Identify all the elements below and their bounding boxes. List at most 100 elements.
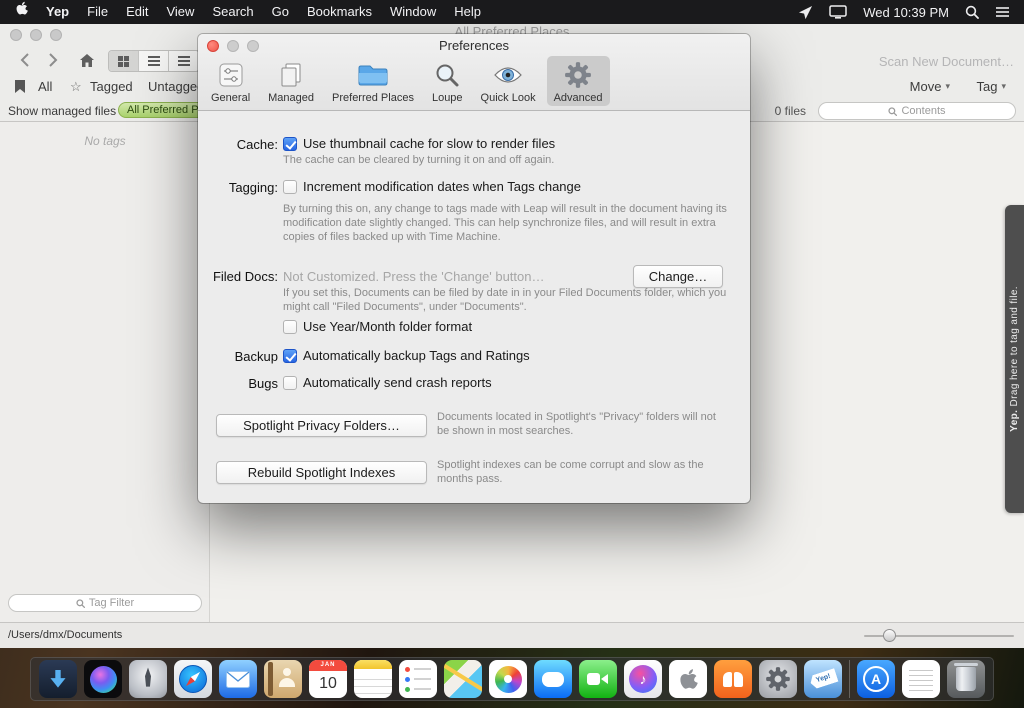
textedit-dock-icon[interactable] [902,660,940,698]
chevron-down-icon: ▾ [945,81,950,92]
tab-quick-look[interactable]: Quick Look [474,56,543,106]
crash-reports-checkbox[interactable] [283,376,297,390]
tab-loupe-label: Loupe [432,92,463,104]
yep-dock-icon-label: Yep! [808,668,838,690]
menu-window[interactable]: Window [381,0,445,24]
drag-strip-hint: Drag here to tag and file. [1009,286,1020,410]
thumbnail-cache-checkbox[interactable] [283,137,297,151]
tags-sidebar: No tags Tag Filter [0,122,210,622]
drag-to-tag-strip[interactable]: Yep. Drag here to tag and file. [1005,205,1024,513]
menu-clock[interactable]: Wed 10:39 PM [863,5,949,20]
tag-label: Tag [977,79,998,94]
star-icon[interactable]: ☆ [70,79,82,95]
menu-edit[interactable]: Edit [117,0,157,24]
menu-bookmarks[interactable]: Bookmarks [298,0,381,24]
location-arrow-icon[interactable] [798,5,813,20]
preferences-window: Preferences General Managed [198,34,750,503]
close-button[interactable] [10,29,22,41]
backup-tags-label: Automatically backup Tags and Ratings [303,348,530,363]
yep-dock-icon[interactable]: Yep! [804,660,842,698]
drag-strip-app-name: Yep. [1009,410,1020,432]
tab-advanced[interactable]: Advanced [547,56,610,106]
forward-button[interactable] [40,50,66,70]
bookmark-flag-icon[interactable] [14,79,26,94]
safari-dock-icon[interactable] [174,660,212,698]
list-view-button[interactable] [139,51,169,71]
itunes-dock-icon[interactable] [624,660,662,698]
increment-dates-label: Increment modification dates when Tags c… [303,179,581,194]
show-managed-label: Show managed files in [8,104,129,118]
column-view-button[interactable] [169,51,199,71]
filed-docs-label: Filed Docs: [198,269,278,284]
managed-icon [278,59,304,91]
spotlight-privacy-folders-button[interactable]: Spotlight Privacy Folders… [216,414,427,437]
tag-dropdown[interactable]: Tag▾ [977,79,1007,94]
move-dropdown[interactable]: Move▾ [910,79,950,94]
tab-advanced-label: Advanced [554,92,603,104]
trash-dock-icon[interactable] [947,660,985,698]
menu-file[interactable]: File [78,0,117,24]
rebuild-spotlight-help-text: Spotlight indexes can be come corrupt an… [437,458,711,486]
ibooks-dock-icon[interactable] [714,660,752,698]
zoom-slider-knob[interactable] [883,629,896,642]
current-path: /Users/dmx/Documents [8,629,122,641]
mail-dock-icon[interactable] [219,660,257,698]
tag-filter-field[interactable]: Tag Filter [8,594,202,612]
downloads-dock-icon[interactable] [39,660,77,698]
facetime-dock-icon[interactable] [579,660,617,698]
minimize-button[interactable] [30,29,42,41]
menu-go[interactable]: Go [263,0,298,24]
filter-all[interactable]: All [38,79,52,94]
menu-app-name[interactable]: Yep [37,0,78,24]
zoom-slider[interactable] [864,635,1014,637]
siri-dock-icon[interactable] [84,660,122,698]
tab-general[interactable]: General [204,56,257,106]
backup-tags-checkbox[interactable] [283,349,297,363]
system-preferences-dock-icon[interactable] [759,660,797,698]
messages-dock-icon[interactable] [534,660,572,698]
tab-managed[interactable]: Managed [261,56,321,106]
no-tags-label: No tags [0,134,210,148]
app-store-dock-icon[interactable] [857,660,895,698]
rebuild-spotlight-indexes-button[interactable]: Rebuild Spotlight Indexes [216,461,427,484]
launchpad-dock-icon[interactable] [129,660,167,698]
apple-app-dock-icon[interactable] [669,660,707,698]
notes-dock-icon[interactable] [354,660,392,698]
change-button[interactable]: Change… [633,265,723,288]
tab-preferred-places[interactable]: Preferred Places [325,56,421,106]
scan-new-document-button[interactable]: Scan New Document… [879,54,1014,69]
spotlight-privacy-help-text: Documents located in Spotlight's "Privac… [437,410,731,438]
tab-loupe[interactable]: Loupe [425,56,470,106]
year-month-format-checkbox[interactable] [283,320,297,334]
maps-dock-icon[interactable] [444,660,482,698]
filter-tagged[interactable]: Tagged [90,79,133,94]
backup-label: Backup [198,349,278,364]
grid-view-button[interactable] [109,51,139,71]
contents-search-field[interactable]: Contents [818,102,1016,120]
back-button[interactable] [12,50,38,70]
column-view-icon [178,56,190,66]
reminders-dock-icon[interactable] [399,660,437,698]
file-count: 0 files [775,104,806,118]
tab-general-label: General [211,92,250,104]
folder-icon [357,59,389,91]
increment-dates-checkbox[interactable] [283,180,297,194]
menu-view[interactable]: View [157,0,203,24]
apple-menu[interactable] [6,0,37,24]
display-icon[interactable] [829,5,847,19]
menu-search[interactable]: Search [203,0,262,24]
calendar-dock-icon[interactable]: JAN 10 [309,660,347,698]
notification-center-icon[interactable] [995,6,1010,18]
filter-untagged[interactable]: Untagged [148,79,204,94]
zoom-button[interactable] [50,29,62,41]
menu-help[interactable]: Help [445,0,490,24]
spotlight-search-icon[interactable] [965,5,979,19]
general-icon [218,59,244,91]
home-button[interactable] [74,50,100,70]
loupe-icon [434,59,460,91]
calendar-day: 10 [309,671,347,698]
contacts-dock-icon[interactable] [264,660,302,698]
photos-dock-icon[interactable] [489,660,527,698]
calendar-month: JAN [309,660,347,671]
search-icon [76,599,85,608]
